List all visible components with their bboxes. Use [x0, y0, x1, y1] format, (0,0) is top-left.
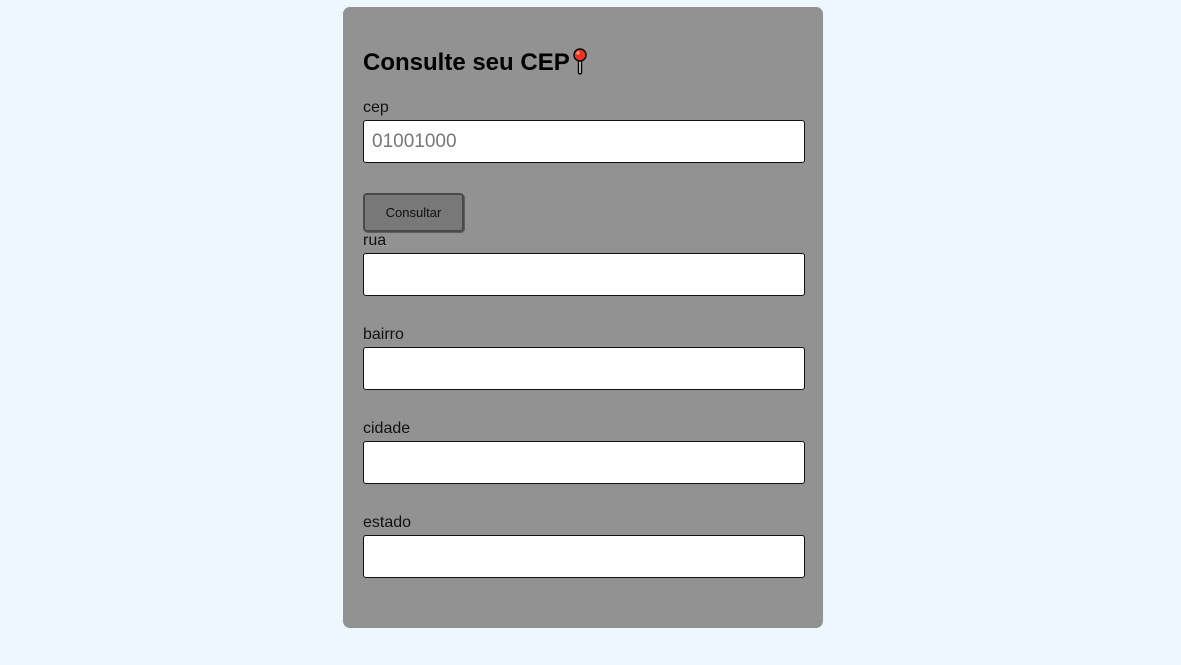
- cep-label: cep: [363, 99, 389, 116]
- page-title: Consulte seu CEP: [363, 48, 589, 77]
- cidade-label: cidade: [363, 420, 411, 437]
- cep-input[interactable]: [363, 120, 805, 163]
- consultar-button[interactable]: Consultar: [363, 193, 464, 232]
- rua-label: rua: [363, 232, 387, 249]
- estado-label: estado: [363, 514, 412, 531]
- page-title-text: Consulte seu CEP: [363, 49, 570, 76]
- bairro-label: bairro: [363, 326, 404, 343]
- cep-lookup-card: Consulte seu CEP cep Consultar rua bairr…: [343, 7, 823, 628]
- estado-input[interactable]: [363, 535, 805, 578]
- rua-input[interactable]: [363, 253, 805, 296]
- cidade-input[interactable]: [363, 441, 805, 484]
- bairro-input[interactable]: [363, 347, 805, 390]
- round-pushpin-icon: [571, 48, 589, 76]
